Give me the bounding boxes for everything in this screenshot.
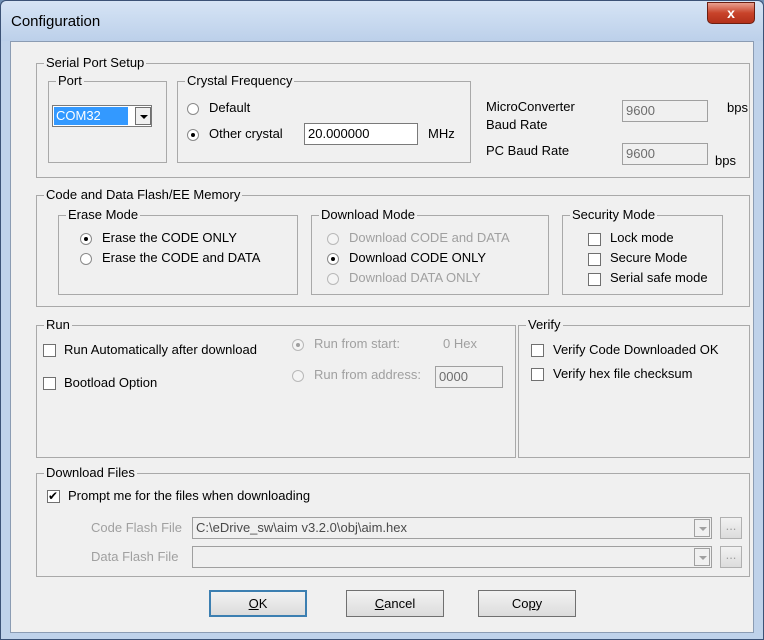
bootload-option-checkbox[interactable] [43, 377, 56, 390]
erase-code-and-data-label: Erase the CODE and DATA [102, 250, 261, 265]
verify-group: Verify Verify Code Downloaded OK Verify … [518, 317, 750, 458]
configuration-window: Configuration x Serial Port Setup Port C… [0, 0, 764, 640]
secure-mode-checkbox[interactable] [588, 253, 601, 266]
copy-label-prefix: Co [511, 596, 529, 611]
ok-button[interactable]: OK [209, 590, 307, 617]
download-mode-legend: Download Mode [319, 207, 417, 222]
serial-port-setup-legend: Serial Port Setup [44, 55, 147, 70]
micro-baud-unit: bps [727, 100, 748, 115]
erase-code-only-radio[interactable] [80, 233, 92, 245]
serial-safe-mode-checkbox[interactable] [588, 273, 601, 286]
run-automatically-checkbox[interactable] [43, 344, 56, 357]
port-select[interactable]: COM32 [52, 105, 152, 127]
download-code-and-data-label: Download CODE and DATA [349, 230, 510, 245]
window-title: Configuration [11, 13, 101, 30]
run-from-start-value: 0 Hex [443, 336, 477, 351]
data-flash-browse-button[interactable]: ... [720, 546, 742, 568]
erase-code-and-data-radio[interactable] [80, 253, 92, 265]
chevron-down-icon[interactable] [694, 519, 710, 537]
dialog-client: Serial Port Setup Port COM32 Crystal Fre… [10, 41, 754, 633]
pc-baud-label: PC Baud Rate [486, 143, 570, 158]
crystal-default-label: Default [209, 100, 251, 115]
code-flash-file-combo[interactable]: C:\eDrive_sw\aim v3.2.0\obj\aim.hex [192, 517, 712, 539]
verify-code-downloaded-checkbox[interactable] [531, 344, 544, 357]
erase-mode-legend: Erase Mode [66, 207, 141, 222]
serial-safe-mode-label: Serial safe mode [610, 270, 708, 285]
run-legend: Run [44, 317, 72, 332]
download-data-only-radio[interactable] [327, 273, 339, 285]
download-mode-group: Download Mode Download CODE and DATA Dow… [311, 207, 549, 295]
crystal-frequency-group: Crystal Frequency Default Other crystal … [177, 73, 471, 163]
verify-hex-checksum-label: Verify hex file checksum [553, 366, 693, 381]
lock-mode-label: Lock mode [610, 230, 674, 245]
cancel-button[interactable]: Cancel [346, 590, 444, 617]
verify-hex-checksum-checkbox[interactable] [531, 368, 544, 381]
verify-code-downloaded-label: Verify Code Downloaded OK [553, 342, 719, 357]
code-flash-browse-button[interactable]: ... [720, 517, 742, 539]
close-icon: x [727, 5, 735, 21]
crystal-frequency-input[interactable]: 20.000000 [304, 123, 418, 145]
run-from-address-label: Run from address: [314, 367, 421, 382]
download-data-only-label: Download DATA ONLY [349, 270, 481, 285]
secure-mode-label: Secure Mode [610, 250, 688, 265]
cancel-mnemonic: C [374, 596, 385, 611]
run-from-start-radio[interactable] [292, 339, 304, 351]
crystal-other-radio[interactable] [187, 129, 199, 141]
erase-code-only-label: Erase the CODE ONLY [102, 230, 237, 245]
crystal-default-radio[interactable] [187, 103, 199, 115]
run-automatically-label: Run Automatically after download [64, 342, 257, 357]
code-flash-file-label: Code Flash File [91, 520, 183, 535]
port-group: Port COM32 [48, 73, 167, 163]
crystal-unit-label: MHz [428, 126, 455, 141]
run-from-start-label: Run from start: [314, 336, 400, 351]
micro-baud-label-line1: MicroConverter [486, 99, 575, 114]
micro-baud-label-line2: Baud Rate [486, 117, 548, 132]
crystal-frequency-legend: Crystal Frequency [185, 73, 295, 88]
run-group: Run Run Automatically after download Boo… [36, 317, 516, 458]
download-code-only-label: Download CODE ONLY [349, 250, 487, 265]
cancel-label-rest: ancel [384, 596, 416, 611]
micro-baud-field: 9600 [622, 100, 708, 122]
prompt-files-checkbox[interactable] [47, 489, 60, 503]
security-mode-group: Security Mode Lock mode Secure Mode Seri… [562, 207, 723, 295]
copy-button[interactable]: Copy [478, 590, 576, 617]
data-flash-file-combo[interactable] [192, 546, 712, 568]
port-legend: Port [56, 73, 84, 88]
bootload-option-label: Bootload Option [64, 375, 158, 390]
flash-memory-legend: Code and Data Flash/EE Memory [44, 187, 243, 202]
ok-label-rest: K [258, 596, 268, 611]
crystal-other-label: Other crystal [209, 126, 283, 141]
download-code-and-data-radio[interactable] [327, 233, 339, 245]
ok-mnemonic: O [248, 596, 259, 611]
download-code-only-radio[interactable] [327, 253, 339, 265]
port-value: COM32 [54, 107, 128, 125]
flash-memory-group: Code and Data Flash/EE Memory Erase Mode… [36, 187, 750, 307]
close-button[interactable]: x [707, 2, 755, 24]
chevron-down-icon[interactable] [135, 107, 151, 125]
security-mode-legend: Security Mode [570, 207, 658, 222]
prompt-files-label: Prompt me for the files when downloading [68, 488, 311, 503]
code-flash-file-value: C:\eDrive_sw\aim v3.2.0\obj\aim.hex [196, 520, 407, 535]
pc-baud-field: 9600 [622, 143, 708, 165]
run-from-address-input[interactable]: 0000 [435, 366, 503, 388]
chevron-down-icon[interactable] [694, 548, 710, 566]
copy-mnemonic: p [528, 596, 536, 611]
data-flash-file-label: Data Flash File [91, 549, 179, 564]
title-bar[interactable]: Configuration x [1, 1, 763, 41]
lock-mode-checkbox[interactable] [588, 233, 601, 246]
download-files-legend: Download Files [44, 465, 137, 480]
run-from-address-radio[interactable] [292, 370, 304, 382]
serial-port-setup-group: Serial Port Setup Port COM32 Crystal Fre… [36, 55, 750, 178]
pc-baud-unit: bps [715, 153, 736, 168]
copy-label-rest: y [535, 596, 543, 611]
verify-legend: Verify [526, 317, 563, 332]
download-files-group: Download Files Prompt me for the files w… [36, 465, 750, 577]
erase-mode-group: Erase Mode Erase the CODE ONLY Erase the… [58, 207, 298, 295]
